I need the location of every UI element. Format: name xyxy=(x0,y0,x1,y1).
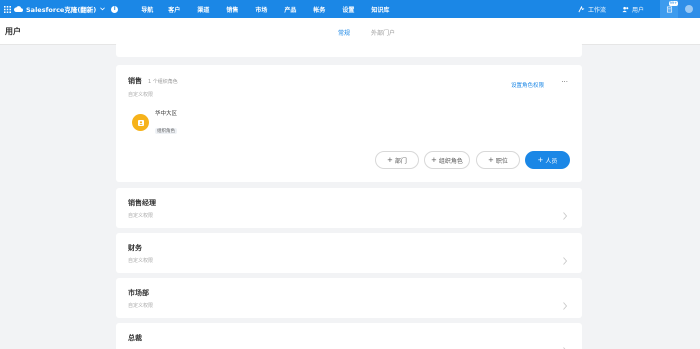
workbench-label: 工作流 xyxy=(587,6,606,14)
role-permission-label: 自定义权限 xyxy=(128,258,154,264)
app-launcher-icon[interactable] xyxy=(0,0,14,18)
chevron-right-icon xyxy=(562,250,568,265)
role-card-finance[interactable]: 财务 自定义权限 xyxy=(116,233,582,273)
plus-icon: + xyxy=(431,156,437,164)
add-position-button[interactable]: + 职位 xyxy=(476,151,520,169)
chevron-right-icon xyxy=(562,340,568,349)
app-title[interactable]: Salesforce克隆(翻新) xyxy=(26,4,96,14)
role-card-marketing[interactable]: 市场部 自定义权限 xyxy=(116,278,582,318)
nav-item-settings[interactable]: 设置 xyxy=(342,5,354,14)
nav-item-products[interactable]: 产品 xyxy=(284,5,296,14)
set-role-permission-link[interactable]: 设置角色权限 xyxy=(511,81,544,89)
chevron-down-icon[interactable] xyxy=(100,7,106,11)
nav-right-group: 工作流 用户 99+ xyxy=(578,0,700,18)
role-member-count: 1 个组织角色 xyxy=(148,79,178,85)
role-card-sales-manager[interactable]: 销售经理 自定义权限 xyxy=(116,188,582,228)
users-icon xyxy=(622,6,629,12)
add-position-label: 职位 xyxy=(495,157,508,165)
role-permission-label: 自定义权限 xyxy=(128,213,154,219)
member-text: 华中大区 组织角色 xyxy=(155,109,177,136)
more-options-icon[interactable]: ··· xyxy=(561,78,568,86)
top-navigation-bar: Salesforce克隆(翻新) i 导航 客户 渠道 销售 市场 产品 帐务 … xyxy=(0,0,700,18)
role-name: 销售 xyxy=(128,77,142,85)
member-type-tag: 组织角色 xyxy=(155,128,177,134)
nav-item-customers[interactable]: 客户 xyxy=(168,5,180,14)
cloud-logo-icon xyxy=(14,0,24,18)
chevron-right-icon xyxy=(562,295,568,310)
add-member-button[interactable]: + 人员 xyxy=(525,151,570,169)
role-name: 销售经理 xyxy=(128,199,156,207)
member-name: 华中大区 xyxy=(155,111,178,117)
page-header: 用户 常规 外部门户 xyxy=(0,18,700,45)
previous-role-card xyxy=(116,42,582,57)
workbench-button[interactable]: 工作流 xyxy=(578,5,606,14)
plus-icon: + xyxy=(387,156,393,164)
user-avatar[interactable] xyxy=(678,0,700,18)
nav-item-accounts[interactable]: 帐务 xyxy=(313,5,325,14)
member-item[interactable]: 华中大区 组织角色 xyxy=(132,109,177,136)
plus-icon: + xyxy=(537,156,544,164)
workflow-icon xyxy=(578,5,585,12)
org-role-icon xyxy=(132,114,149,131)
info-icon[interactable]: i xyxy=(111,5,119,13)
nav-item-knowledge[interactable]: 知识库 xyxy=(371,5,389,14)
add-org-role-label: 组织角色 xyxy=(438,157,463,165)
page-title: 用户 xyxy=(5,27,21,36)
role-card-sales: 销售 1 个组织角色 自定义权限 设置角色权限 ··· 华中大区 组织角色 + 部门… xyxy=(116,65,582,182)
chevron-right-icon xyxy=(562,205,568,220)
nav-item-sales[interactable]: 销售 xyxy=(226,5,238,14)
role-name: 总裁 xyxy=(128,334,142,342)
notification-badge: 99+ xyxy=(668,1,678,6)
role-permission-label: 自定义权限 xyxy=(128,92,154,98)
role-permission-label: 自定义权限 xyxy=(128,303,154,309)
role-name: 财务 xyxy=(128,244,142,252)
add-member-label: 人员 xyxy=(545,157,558,165)
add-department-button[interactable]: + 部门 xyxy=(375,151,419,169)
role-title: 销售 1 个组织角色 xyxy=(128,76,178,86)
nav-item-marketing[interactable]: 市场 xyxy=(255,5,267,14)
role-name: 市场部 xyxy=(128,289,149,297)
main-nav: 导航 客户 渠道 销售 市场 产品 帐务 设置 知识库 xyxy=(129,0,389,18)
role-card-president[interactable]: 总裁 xyxy=(116,323,582,349)
notifications-button[interactable]: 99+ xyxy=(660,0,678,18)
avatar-circle xyxy=(685,5,693,13)
nav-item-channels[interactable]: 渠道 xyxy=(197,5,209,14)
plus-icon: + xyxy=(488,156,494,164)
users-button[interactable]: 用户 xyxy=(622,5,644,14)
add-org-role-button[interactable]: + 组织角色 xyxy=(424,151,470,169)
nav-item-navigation[interactable]: 导航 xyxy=(141,5,153,14)
tab-general[interactable]: 常规 xyxy=(338,28,350,37)
tab-external-portal[interactable]: 外部门户 xyxy=(371,28,395,37)
users-label: 用户 xyxy=(631,6,644,14)
add-department-label: 部门 xyxy=(394,157,407,165)
document-icon xyxy=(666,6,672,12)
